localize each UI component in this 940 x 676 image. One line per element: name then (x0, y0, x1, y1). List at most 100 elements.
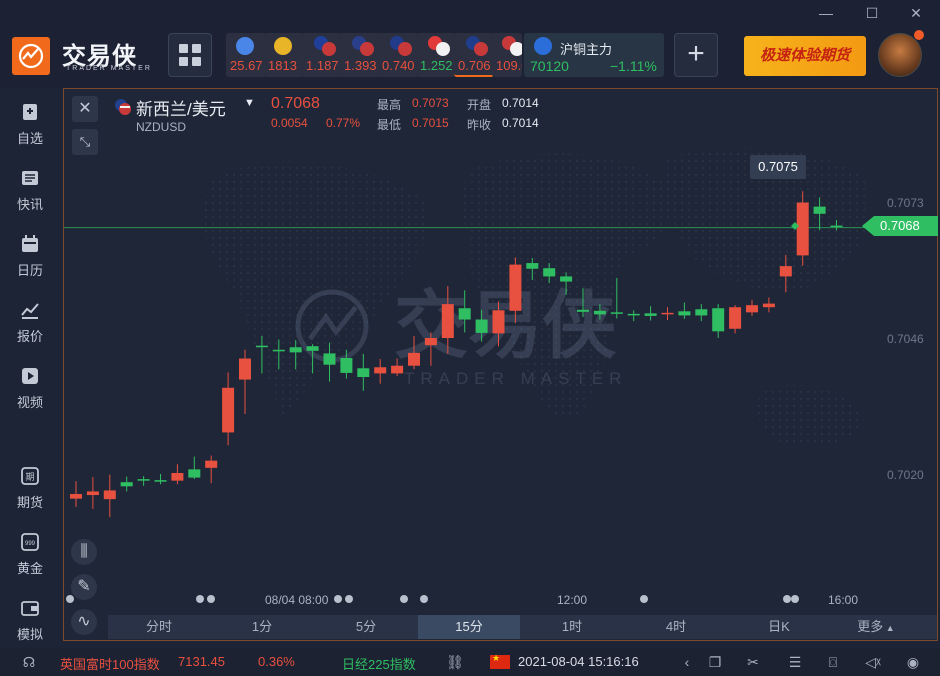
sidebar-item-watchlist[interactable]: 自选 (0, 96, 60, 152)
candle-body[interactable] (712, 308, 725, 332)
quote-card[interactable]: 1.393 (340, 33, 380, 77)
close-chart-button[interactable]: ✕ (72, 96, 98, 122)
quote-card[interactable]: 25.67 (226, 33, 266, 77)
candle-body[interactable] (526, 263, 539, 269)
tab-timeframe-active[interactable]: 15分 (418, 615, 520, 639)
dropdown-caret-icon[interactable]: ▼ (244, 97, 255, 109)
candle-body[interactable] (492, 310, 505, 334)
candle-body[interactable] (323, 353, 336, 365)
apps-grid-button[interactable] (168, 33, 212, 77)
sidebar-item-calendar[interactable]: 日历 (0, 228, 60, 284)
candle-body[interactable] (188, 469, 201, 478)
candle-body[interactable] (509, 264, 522, 311)
tab-timeframe[interactable]: 1时 (520, 615, 624, 639)
quote-card-active[interactable]: 0.706 (454, 33, 494, 77)
candle-body[interactable] (458, 308, 471, 320)
candle-body[interactable] (661, 312, 674, 315)
candle-body[interactable] (205, 460, 218, 468)
candle-body[interactable] (103, 490, 116, 500)
candle-body[interactable] (171, 472, 184, 481)
datetime: 2021-08-04 15:16:16 (518, 654, 639, 669)
candle-body[interactable] (374, 367, 387, 374)
line-chart-button[interactable]: ∿ (71, 609, 97, 635)
add-quote-button[interactable]: + (674, 33, 718, 77)
notification-dot (914, 30, 924, 40)
tab-timeframe[interactable]: 1分 (210, 615, 314, 639)
candle-body[interactable] (255, 345, 268, 348)
candle-body[interactable] (289, 347, 302, 353)
candle-body[interactable] (644, 313, 657, 316)
tab-timeframe[interactable]: 5分 (314, 615, 418, 639)
quote-card[interactable]: 1.187 (302, 33, 342, 77)
index1-change: 0.36% (258, 654, 295, 669)
quote-card[interactable]: 0.740 (378, 33, 418, 77)
maximize-button[interactable]: ☐ (862, 4, 882, 22)
quote-card[interactable]: 1.252 (416, 33, 456, 77)
tab-more[interactable]: 更多 ▲ (830, 615, 922, 639)
candle-body[interactable] (627, 313, 640, 316)
tools-icon[interactable]: ✂ (744, 653, 762, 671)
sidebar-item-simulate[interactable]: 模拟 (0, 592, 60, 648)
tab-timeframe[interactable]: 分时 (108, 615, 210, 639)
candle-body[interactable] (154, 480, 167, 482)
candle-body[interactable] (441, 304, 454, 338)
candle-body[interactable] (86, 491, 99, 496)
candle-body[interactable] (813, 206, 826, 214)
tab-timeframe[interactable]: 4时 (624, 615, 728, 639)
windows-icon[interactable]: ❐ (706, 653, 724, 671)
indicator-button[interactable]: ⫼ (71, 539, 97, 565)
candle-body[interactable] (222, 387, 235, 433)
sidebar-item-quotes[interactable]: 报价 (0, 294, 60, 350)
candle-body[interactable] (695, 309, 708, 316)
sidebar-item-gold[interactable]: 999 黄金 (0, 526, 60, 582)
quote-card[interactable]: 109.0 (492, 33, 522, 77)
eye-icon[interactable]: ◉ (904, 653, 922, 671)
candle-body[interactable] (475, 319, 488, 333)
index2-name[interactable]: 日经225指数 (342, 654, 416, 673)
headset-icon[interactable]: ☊ (20, 653, 38, 671)
featured-quote-card[interactable]: 沪铜主力 70120 −1.11% (524, 33, 664, 77)
candle-body[interactable] (340, 358, 353, 373)
candle-body[interactable] (424, 338, 437, 346)
sidebar-item-video[interactable]: 视频 (0, 360, 60, 416)
candle-body[interactable] (762, 303, 775, 308)
candle-body[interactable] (560, 276, 573, 282)
candle-body[interactable] (391, 365, 404, 374)
close-button[interactable]: ✕ (906, 4, 926, 22)
candle-body[interactable] (408, 352, 420, 366)
candle-body[interactable] (137, 479, 150, 481)
candlestick-chart[interactable]: 交易侠 TRADER MASTER (64, 89, 937, 640)
camera-icon[interactable]: ⌼ (824, 653, 842, 671)
candle-body[interactable] (239, 358, 251, 380)
candle-body[interactable] (543, 268, 556, 277)
chevron-left-icon[interactable]: ‹ (678, 653, 696, 671)
instrument-name[interactable]: 新西兰/美元 (136, 95, 226, 120)
candle-body[interactable] (357, 368, 370, 378)
candle-body[interactable] (593, 310, 606, 315)
menu-icon[interactable]: ☰ (786, 653, 804, 671)
candle-body[interactable] (577, 309, 589, 312)
sidebar-item-futures[interactable]: 期 期货 (0, 460, 60, 516)
candle-body[interactable] (830, 225, 843, 228)
index1-name[interactable]: 英国富时100指数 (60, 654, 160, 673)
candle-body[interactable] (678, 311, 691, 316)
quote-card[interactable]: 1813 (264, 33, 304, 77)
candle-body[interactable] (610, 312, 623, 314)
sidebar-item-news[interactable]: 快讯 (0, 162, 60, 218)
tab-timeframe[interactable]: 日K (728, 615, 830, 639)
candle-body[interactable] (729, 307, 742, 329)
candle-body[interactable] (306, 346, 319, 351)
mute-icon[interactable]: ◁ᵡ (864, 653, 882, 671)
minimize-button[interactable]: — (816, 4, 836, 22)
draw-tool-button[interactable]: ✎ (71, 574, 97, 600)
candle-body[interactable] (779, 266, 792, 277)
candle-body[interactable] (746, 305, 758, 313)
promo-banner[interactable]: 极速体验期货 (744, 36, 866, 76)
candle-body[interactable] (120, 482, 133, 487)
candle-body[interactable] (272, 349, 285, 352)
candle-body[interactable] (796, 202, 809, 256)
candle-body[interactable] (70, 494, 82, 499)
link-icon[interactable]: ⛓ (446, 653, 464, 671)
collapse-button[interactable]: ⤡ (72, 129, 98, 155)
avatar[interactable] (878, 33, 922, 77)
